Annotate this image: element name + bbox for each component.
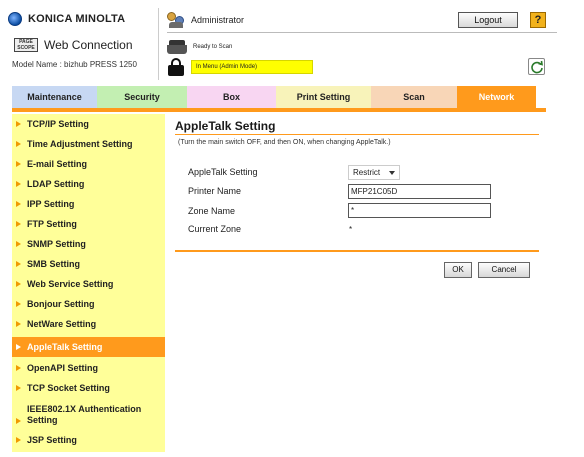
sidebar-item-time-adjustment[interactable]: Time Adjustment Setting — [12, 134, 165, 154]
cancel-button[interactable]: Cancel — [478, 262, 530, 278]
pagescope-logo: PAGE SCOPE — [14, 38, 38, 52]
sidebar-item-web-service[interactable]: Web Service Setting — [12, 274, 165, 294]
arrow-right-icon — [16, 181, 21, 187]
chevron-down-icon — [389, 171, 395, 175]
sidebar-item-label: IPP Setting — [27, 199, 75, 209]
sidebar-item-label: LDAP Setting — [27, 179, 85, 189]
appletalk-setting-label: AppleTalk Setting — [188, 167, 258, 177]
sidebar-item-appletalk[interactable]: AppleTalk Setting — [12, 337, 165, 357]
header-separator — [167, 32, 557, 33]
lock-icon — [167, 58, 185, 76]
sidebar-item-bonjour[interactable]: Bonjour Setting — [12, 294, 165, 314]
sidebar-item-jsp[interactable]: JSP Setting — [12, 430, 165, 450]
arrow-right-icon — [16, 201, 21, 207]
printer-name-field[interactable] — [348, 184, 491, 199]
appletalk-setting-select[interactable]: Restrict — [348, 165, 400, 180]
sidebar-item-tcpip[interactable]: TCP/IP Setting — [12, 114, 165, 134]
printer-name-label: Printer Name — [188, 186, 242, 196]
app-title: Web Connection — [44, 38, 133, 52]
refresh-icon — [531, 60, 543, 74]
app-name: PAGE SCOPE Web Connection — [14, 38, 133, 52]
header: KONICA MINOLTA PAGE SCOPE Web Connection… — [0, 0, 584, 84]
sidebar-item-openapi[interactable]: OpenAPI Setting — [12, 358, 165, 378]
current-zone-value: * — [349, 225, 353, 234]
arrow-right-icon — [16, 385, 21, 391]
help-button[interactable]: ? — [530, 12, 546, 28]
sidebar-item-label-line1: IEEE802.1X Authentication — [27, 403, 142, 414]
arrow-right-icon — [16, 241, 21, 247]
appletalk-setting-value: Restrict — [353, 168, 381, 177]
sidebar-item-label: SMB Setting — [27, 259, 80, 269]
user-indicator: Administrator — [167, 12, 244, 28]
arrow-right-icon — [16, 221, 21, 227]
arrow-right-icon — [16, 281, 21, 287]
arrow-right-icon — [16, 121, 21, 127]
sidebar-item-label: FTP Setting — [27, 219, 77, 229]
sidebar-item-label: JSP Setting — [27, 435, 77, 445]
sidebar-item-label: Time Adjustment Setting — [27, 139, 133, 149]
zone-name-field[interactable] — [348, 203, 491, 218]
sidebar-item-label: Bonjour Setting — [27, 299, 95, 309]
page-title: AppleTalk Setting — [175, 119, 276, 133]
title-underline — [175, 134, 539, 135]
printer-icon — [167, 40, 187, 54]
administrator-users-icon — [167, 12, 185, 28]
user-name: Administrator — [191, 15, 245, 25]
tab-box[interactable]: Box — [187, 86, 276, 108]
tab-underline — [12, 108, 546, 112]
ok-button[interactable]: OK — [444, 262, 472, 278]
sidebar-item-snmp[interactable]: SNMP Setting — [12, 234, 165, 254]
device-status: Ready to Scan — [167, 40, 232, 54]
arrow-right-icon — [16, 301, 21, 307]
main-tabs: Maintenance Security Box Print Setting S… — [12, 86, 536, 108]
arrow-right-icon — [16, 141, 21, 147]
tab-network[interactable]: Network — [457, 86, 536, 108]
form-divider — [175, 250, 539, 252]
sidebar-item-ieee8021x[interactable]: IEEE802.1X Authentication Setting — [12, 399, 165, 430]
logout-button[interactable]: Logout — [458, 12, 518, 28]
brand-name: KONICA MINOLTA — [28, 13, 126, 25]
arrow-right-icon — [16, 437, 21, 443]
arrow-right-icon — [16, 321, 21, 327]
sidebar-item-label: OpenAPI Setting — [27, 363, 99, 373]
sidebar-item-label: TCP/IP Setting — [27, 119, 89, 129]
sidebar-item-label: AppleTalk Setting — [27, 342, 103, 352]
arrow-right-icon — [16, 344, 21, 350]
sidebar-item-label-line2: Setting — [27, 414, 58, 425]
refresh-button[interactable] — [528, 58, 545, 75]
sidebar-item-label: SNMP Setting — [27, 239, 86, 249]
sidebar-item-tcp-socket[interactable]: TCP Socket Setting — [12, 378, 165, 398]
tab-print-setting[interactable]: Print Setting — [276, 86, 371, 108]
sidebar-item-ftp[interactable]: FTP Setting — [12, 214, 165, 234]
arrow-right-icon — [16, 418, 21, 424]
sidebar-item-label: NetWare Setting — [27, 319, 97, 329]
status-ready-text: Ready to Scan — [193, 44, 233, 50]
header-divider — [158, 8, 159, 80]
tab-scan[interactable]: Scan — [371, 86, 457, 108]
sidebar-item-label: Web Service Setting — [27, 279, 114, 289]
arrow-right-icon — [16, 161, 21, 167]
sidebar-item-ldap[interactable]: LDAP Setting — [12, 174, 165, 194]
current-zone-label: Current Zone — [188, 224, 242, 234]
zone-name-label: Zone Name — [188, 206, 236, 216]
brand: KONICA MINOLTA — [8, 12, 125, 26]
mode-status: In Menu (Admin Mode) — [167, 58, 313, 76]
sidebar-item-label: IEEE802.1X Authentication Setting — [27, 404, 141, 426]
konica-minolta-globe-icon — [8, 12, 22, 26]
tab-security[interactable]: Security — [97, 86, 187, 108]
sidebar-item-email[interactable]: E-mail Setting — [12, 154, 165, 174]
sidebar-item-netware[interactable]: NetWare Setting — [12, 314, 165, 334]
sidebar-item-smb[interactable]: SMB Setting — [12, 254, 165, 274]
sidebar-item-label: E-mail Setting — [27, 159, 88, 169]
model-name: Model Name : bizhub PRESS 1250 — [12, 60, 137, 69]
page-note: (Turn the main switch OFF, and then ON, … — [178, 139, 391, 146]
arrow-right-icon — [16, 365, 21, 371]
arrow-right-icon — [16, 261, 21, 267]
sidebar-item-label: TCP Socket Setting — [27, 383, 110, 393]
mode-badge: In Menu (Admin Mode) — [191, 60, 313, 74]
sidebar-item-ipp[interactable]: IPP Setting — [12, 194, 165, 214]
sidebar: TCP/IP Setting Time Adjustment Setting E… — [12, 114, 165, 452]
tab-maintenance[interactable]: Maintenance — [12, 86, 97, 108]
